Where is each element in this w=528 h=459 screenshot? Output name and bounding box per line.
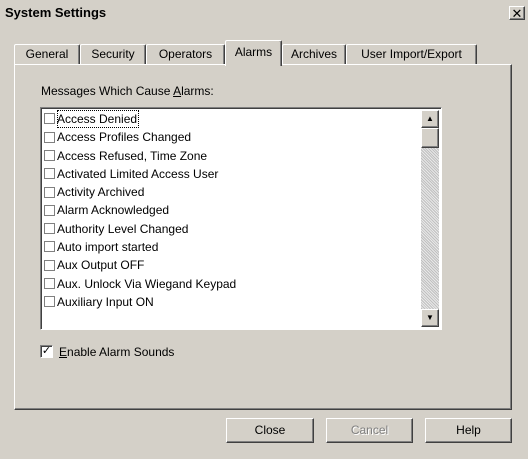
- alarm-message-item[interactable]: Aux Output OFF: [43, 256, 421, 274]
- alarm-messages-list[interactable]: Access Denied Access Profiles Changed Acce…: [40, 107, 442, 330]
- alarm-message-checkbox[interactable]: [44, 278, 55, 289]
- system-settings-window: System Settings ✕ General Security Opera…: [0, 0, 528, 459]
- tab-alarms[interactable]: Alarms: [225, 40, 282, 66]
- alarm-message-checkbox[interactable]: [44, 113, 55, 125]
- checkmark-icon: ✓: [41, 345, 52, 358]
- arrow-up-icon: ▲: [426, 114, 434, 123]
- close-window-button[interactable]: ✕: [509, 6, 525, 20]
- alarm-message-label: Activity Archived: [57, 185, 145, 200]
- alarm-message-item[interactable]: Authority Level Changed: [43, 220, 421, 238]
- alarm-message-item[interactable]: Access Profiles Changed: [43, 128, 421, 146]
- scroll-up-button[interactable]: ▲: [421, 110, 439, 128]
- alarm-message-label: Auto import started: [57, 240, 159, 255]
- alarm-message-item[interactable]: Access Denied: [43, 110, 421, 128]
- alarm-message-label: Access Refused, Time Zone: [57, 148, 208, 163]
- alarm-messages-items: Access Denied Access Profiles Changed Acce…: [43, 110, 421, 311]
- close-icon: ✕: [511, 6, 523, 21]
- vertical-scrollbar[interactable]: ▲ ▼: [421, 110, 439, 327]
- alarm-message-item[interactable]: Alarm Acknowledged: [43, 201, 421, 219]
- scroll-thumb[interactable]: [421, 128, 439, 148]
- close-button[interactable]: Close: [226, 418, 314, 443]
- tab-user-import-export[interactable]: User Import/Export: [346, 44, 477, 64]
- tab-label: Alarms: [234, 45, 273, 59]
- tab-label: General: [25, 47, 69, 61]
- tab-label: Operators: [158, 47, 213, 61]
- alarm-message-checkbox[interactable]: [44, 296, 55, 308]
- tab-label: User Import/Export: [361, 47, 462, 61]
- tab-archives[interactable]: Archives: [282, 44, 346, 64]
- alarm-message-label: Authority Level Changed: [57, 221, 189, 236]
- cancel-button[interactable]: Cancel: [326, 418, 413, 443]
- alarm-message-label: Aux Output OFF: [57, 258, 145, 273]
- alarm-message-checkbox[interactable]: [44, 204, 55, 216]
- alarm-message-item[interactable]: Auto import started: [43, 238, 421, 256]
- alarm-messages-label: Messages Which Cause Alarms:: [41, 84, 214, 98]
- alarm-message-label: Alarm Acknowledged: [57, 203, 170, 218]
- alarm-message-checkbox[interactable]: [44, 259, 55, 271]
- alarm-message-label: Activated Limited Access User: [57, 166, 219, 181]
- alarm-message-label: Access Profiles Changed: [57, 130, 192, 145]
- tab-security[interactable]: Security: [80, 44, 146, 64]
- enable-alarm-sounds[interactable]: ✓ Enable Alarm Sounds: [40, 345, 174, 359]
- alarm-message-label: Aux. Unlock Via Wiegand Keypad: [57, 276, 237, 291]
- tab-general[interactable]: General: [14, 44, 80, 64]
- title-bar[interactable]: System Settings ✕: [0, 0, 528, 25]
- alarm-message-checkbox[interactable]: [44, 241, 55, 253]
- alarm-message-item[interactable]: Access Refused, Time Zone: [43, 147, 421, 165]
- alarm-message-item[interactable]: Activated Limited Access User: [43, 165, 421, 183]
- window-title: System Settings: [5, 5, 107, 20]
- alarm-message-item[interactable]: Aux. Unlock Via Wiegand Keypad: [43, 275, 421, 293]
- help-button[interactable]: Help: [425, 418, 512, 443]
- enable-alarm-sounds-label: Enable Alarm Sounds: [59, 345, 175, 359]
- alarm-message-checkbox[interactable]: [44, 149, 55, 161]
- alarm-message-checkbox[interactable]: [44, 223, 55, 235]
- tab-label: Security: [91, 47, 135, 61]
- enable-alarm-sounds-checkbox[interactable]: ✓: [40, 345, 53, 359]
- alarm-message-label: Access Denied: [57, 110, 140, 128]
- alarm-message-checkbox[interactable]: [44, 168, 55, 180]
- alarm-message-label: Auxiliary Input ON: [57, 294, 154, 309]
- tab-operators[interactable]: Operators: [146, 44, 225, 64]
- alarm-message-checkbox[interactable]: [44, 131, 55, 143]
- alarm-message-checkbox[interactable]: [44, 186, 55, 198]
- scroll-down-button[interactable]: ▼: [421, 309, 439, 327]
- alarm-message-item[interactable]: Activity Archived: [43, 183, 421, 201]
- alarm-message-item[interactable]: Auxiliary Input ON: [43, 293, 421, 311]
- arrow-down-icon: ▼: [426, 313, 434, 322]
- tab-label: Archives: [290, 47, 337, 61]
